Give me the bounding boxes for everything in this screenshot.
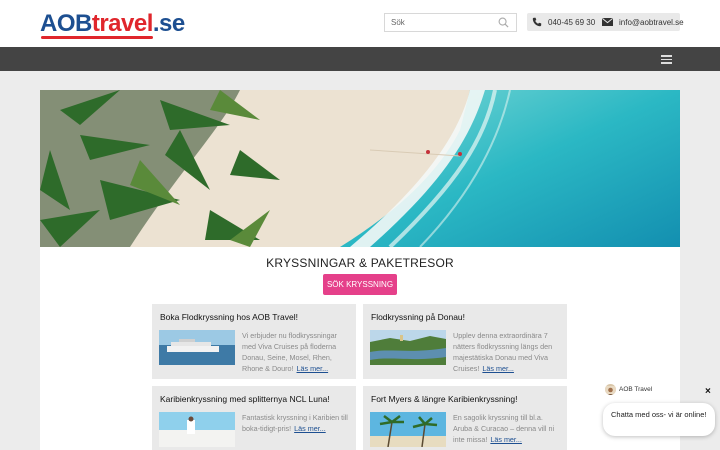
site-header: AOBtravel.se 040-45 69 30 info@aobtravel…: [0, 0, 720, 47]
card-text: Upplev denna extraordinära 7 nätters flo…: [453, 331, 553, 373]
logo-part-travel: travel: [91, 10, 154, 37]
card-thumbnail-river-ship[interactable]: [159, 330, 235, 365]
read-more-link[interactable]: Läs mer...: [490, 435, 522, 444]
close-icon[interactable]: ×: [705, 387, 711, 397]
search-input[interactable]: [385, 14, 495, 31]
phone-contact[interactable]: 040-45 69 30: [532, 13, 595, 31]
search-icon[interactable]: [498, 17, 509, 28]
site-logo[interactable]: AOBtravel.se: [40, 10, 185, 38]
offer-card[interactable]: Karibienkryssning med splitternya NCL Lu…: [152, 386, 356, 450]
agent-avatar: [605, 384, 616, 395]
read-more-link[interactable]: Läs mer...: [482, 364, 514, 373]
email-address: info@aobtravel.se: [619, 17, 684, 27]
email-contact[interactable]: info@aobtravel.se: [602, 13, 684, 31]
logo-part-se: .se: [152, 10, 185, 37]
offer-card[interactable]: Fort Myers & längre Karibienkryssning! E…: [363, 386, 567, 450]
contact-bar: 040-45 69 30 info@aobtravel.se: [527, 13, 684, 31]
hamburger-menu-icon[interactable]: [661, 55, 672, 64]
logo-part-aob: AOB: [40, 10, 92, 37]
read-more-link[interactable]: Läs mer...: [294, 424, 326, 433]
agent-name: AOB Travel: [619, 386, 653, 393]
hero-image: [40, 90, 680, 247]
search-box: [384, 13, 517, 32]
chat-widget: AOB Travel × Chatta med oss- vi är onlin…: [600, 381, 720, 450]
card-thumbnail-danube[interactable]: [370, 330, 446, 365]
mail-icon: [602, 18, 613, 26]
phone-number: 040-45 69 30: [548, 17, 596, 27]
card-thumbnail-palm-beach[interactable]: [370, 412, 446, 447]
card-title[interactable]: Flodkryssning på Donau!: [371, 312, 465, 322]
card-title[interactable]: Fort Myers & längre Karibienkryssning!: [371, 394, 517, 404]
card-text: Fantastisk kryssning i Karibien till bok…: [242, 413, 348, 433]
section-title: KRYSSNINGAR & PAKETRESOR: [266, 256, 454, 270]
card-title[interactable]: Karibienkryssning med splitternya NCL Lu…: [160, 394, 330, 404]
main-content: KRYSSNINGAR & PAKETRESOR SÖK KRYSSNING B…: [40, 90, 680, 450]
phone-icon: [532, 17, 542, 27]
card-text: Vi erbjuder nu flodkryssningar med Viva …: [242, 331, 337, 373]
card-thumbnail-caribbean-beach[interactable]: [159, 412, 235, 447]
logo-swoosh: [41, 36, 153, 39]
offer-card[interactable]: Boka Flodkryssning hos AOB Travel! Vi er…: [152, 304, 356, 379]
read-more-link[interactable]: Läs mer...: [297, 364, 329, 373]
card-text: En sagolik kryssning till bl.a. Aruba & …: [453, 413, 555, 444]
card-title[interactable]: Boka Flodkryssning hos AOB Travel!: [160, 312, 298, 322]
chat-message-bubble[interactable]: Chatta med oss- vi är online!: [603, 403, 715, 436]
search-cruise-button[interactable]: SÖK KRYSSNING: [323, 274, 397, 295]
offer-card[interactable]: Flodkryssning på Donau! Upplev denna ext…: [363, 304, 567, 379]
main-navbar: [0, 47, 720, 71]
